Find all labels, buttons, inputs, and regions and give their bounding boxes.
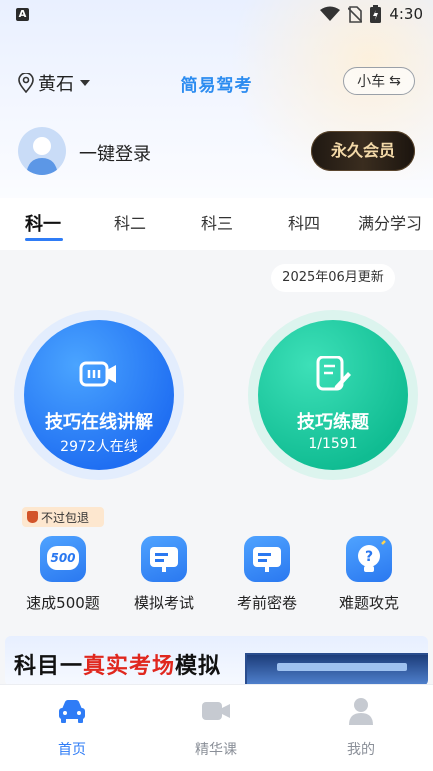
online-lecture-button[interactable]: 技巧在线讲解 2972人在线 (24, 320, 174, 470)
nav-label: 精华课 (195, 742, 237, 758)
banner-suffix: 模拟 (175, 654, 222, 679)
battery-charging-icon (370, 5, 382, 23)
banner-screen-image (245, 653, 428, 686)
banner-image-strip (277, 663, 407, 671)
update-badge: 2025年06月更新 (271, 264, 395, 292)
svg-text:?: ? (365, 549, 373, 565)
monitor-glyph (253, 547, 281, 572)
banner-prefix: 科目一 (14, 654, 84, 679)
nav-home[interactable]: 首页 (27, 697, 117, 759)
banner-title: 科目一真实考场模拟 (14, 648, 221, 680)
swap-icon: ⇆ (389, 73, 401, 89)
car-icon (59, 700, 85, 723)
car-type-label: 小车 (357, 74, 386, 90)
grid-label: 速成500题 (26, 594, 100, 612)
nav-courses[interactable]: 精华课 (171, 697, 261, 759)
refund-guarantee-tag: 不过包退 (22, 507, 104, 527)
pre-exam-paper-button[interactable]: 考前密卷 (222, 536, 312, 613)
badge-500-icon: 500 (40, 536, 86, 582)
lecture-title: 技巧在线讲解 (45, 412, 153, 433)
nav-label: 首页 (58, 742, 86, 758)
quick-500-button[interactable]: 500 速成500题 (18, 536, 108, 613)
tab-subject-4[interactable]: 科四 (288, 210, 320, 234)
person-icon (349, 698, 373, 725)
tab-full-score[interactable]: 满分学习 (358, 210, 422, 234)
one-click-login-link[interactable]: 一键登录 (79, 140, 151, 166)
status-bar: A 4:30 (0, 0, 433, 30)
wifi-icon (320, 6, 341, 21)
monitor-glyph (150, 547, 178, 572)
avatar[interactable] (18, 127, 66, 175)
subject-tabs: 科一 科二 科三 科四 满分学习 (0, 198, 433, 250)
tab-subject-1[interactable]: 科一 (25, 210, 61, 236)
banner-highlight: 真实考场 (83, 654, 176, 679)
monitor-icon (141, 536, 187, 582)
practice-title: 技巧练题 (297, 412, 369, 433)
nav-label: 我的 (347, 742, 375, 758)
car-type-switch-button[interactable]: 小车 ⇆ (343, 67, 415, 95)
grid-label: 难题攻克 (338, 594, 399, 612)
practice-progress: 1/1591 (308, 436, 358, 452)
lightbulb-glyph: ? (358, 540, 386, 572)
lightbulb-icon: ? (346, 536, 392, 582)
lecture-online-count: 2972人在线 (60, 439, 138, 455)
lecture-card-halo: 技巧在线讲解 2972人在线 (14, 310, 184, 480)
practice-card-halo: 技巧练题 1/1591 (248, 310, 418, 480)
shield-icon (27, 511, 38, 523)
tab-subject-2[interactable]: 科二 (114, 210, 146, 234)
top-header: 黄石 简易驾考 小车 ⇆ (0, 62, 433, 102)
video-icon (79, 361, 116, 387)
nav-profile[interactable]: 我的 (316, 697, 406, 759)
badge-500-text: 500 (47, 546, 79, 570)
bottom-navigation: 首页 精华课 我的 (0, 684, 433, 771)
monitor-icon (244, 536, 290, 582)
active-tab-indicator (25, 238, 63, 241)
tab-subject-3[interactable]: 科三 (201, 210, 233, 234)
lifetime-vip-button[interactable]: 永久会员 (311, 131, 415, 171)
clock: 4:30 (389, 5, 423, 23)
skill-practice-button[interactable]: 技巧练题 1/1591 (258, 320, 408, 470)
no-sim-icon (348, 5, 363, 23)
notepad-icon (316, 356, 351, 391)
guarantee-label: 不过包退 (41, 510, 90, 525)
hard-questions-button[interactable]: ? 难题攻克 (324, 536, 414, 613)
default-avatar-icon (26, 137, 58, 175)
real-exam-banner[interactable]: 科目一真实考场模拟 (5, 636, 428, 686)
grid-label: 模拟考试 (133, 594, 194, 612)
grid-label: 考前密卷 (236, 594, 297, 612)
mock-exam-button[interactable]: 模拟考试 (119, 536, 209, 613)
status-icons: 4:30 (320, 5, 423, 23)
video-icon (202, 702, 230, 720)
notification-app-icon: A (16, 8, 29, 21)
user-row: 一键登录 永久会员 (0, 126, 433, 178)
